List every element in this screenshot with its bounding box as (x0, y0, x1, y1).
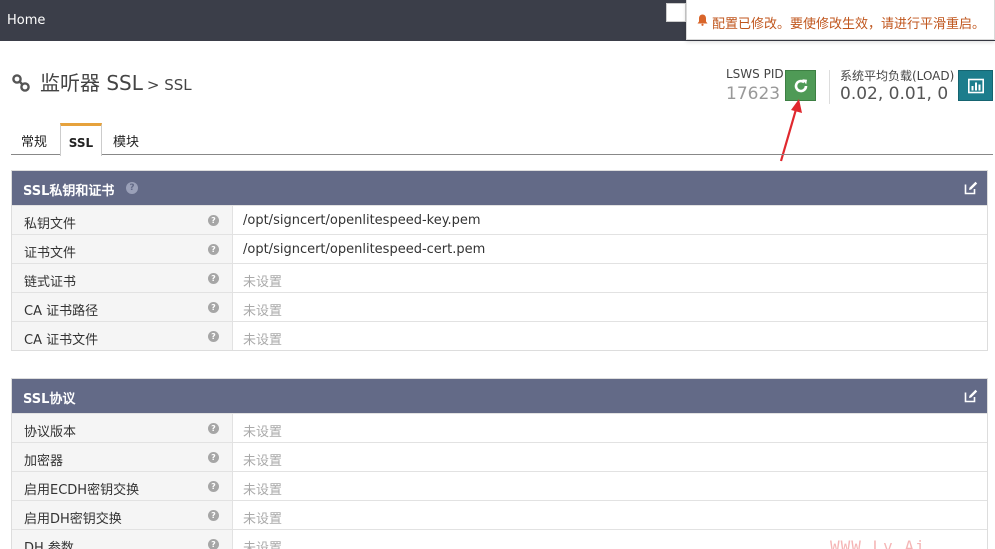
help-icon[interactable]: ? (208, 510, 219, 521)
tab-modules[interactable]: 模块 (113, 123, 139, 155)
bell-icon (697, 14, 708, 26)
load-label: 系统平均负载(LOAD) (840, 69, 955, 83)
bar-chart-icon (968, 78, 984, 94)
table-row: 私钥文件? /opt/signcert/openlitespeed-key.pe… (12, 205, 987, 234)
panel-title: SSL私钥和证书 (23, 184, 115, 199)
row-label: CA 证书路径 (24, 304, 99, 319)
row-label: CA 证书文件 (24, 333, 99, 348)
row-label: 协议版本 (24, 425, 77, 440)
home-link[interactable]: Home (7, 13, 45, 28)
row-value: /opt/signcert/openlitespeed-cert.pem (243, 242, 486, 257)
page-title: 监听器 SSL (40, 71, 143, 95)
row-value: 未设置 (243, 275, 283, 290)
tab-general[interactable]: 常规 (21, 123, 47, 155)
ssl-protocol-panel: SSL协议 协议版本? 未设置 加密器? 未设置 启用ECDH密钥交换? 未设置… (11, 378, 988, 549)
config-changed-notice: 配置已修改。要使修改生效，请进行平滑重启。 (686, 0, 995, 40)
row-label: 私钥文件 (24, 217, 77, 232)
breadcrumb: > SSL (146, 76, 192, 94)
page-heading: 监听器 SSL > SSL (11, 67, 192, 96)
row-value: 未设置 (243, 304, 283, 319)
row-value: /opt/signcert/openlitespeed-key.pem (243, 213, 481, 228)
row-label: 启用DH密钥交换 (24, 512, 122, 527)
row-label: 加密器 (24, 454, 64, 469)
navbar-toggle-box[interactable] (666, 3, 686, 22)
help-icon[interactable]: ? (126, 182, 138, 194)
help-icon[interactable]: ? (208, 244, 219, 255)
row-label: 链式证书 (24, 275, 77, 290)
row-value: 未设置 (243, 541, 283, 549)
edit-icon[interactable] (964, 389, 978, 403)
help-icon[interactable]: ? (208, 215, 219, 226)
realtime-stats-button[interactable] (958, 70, 993, 101)
help-icon[interactable]: ? (208, 539, 219, 549)
table-row: 协议版本? 未设置 (12, 413, 987, 442)
watermark: WWW.Lv.Ai (830, 537, 926, 549)
row-value: 未设置 (243, 333, 283, 348)
row-label: 证书文件 (24, 246, 77, 261)
help-icon[interactable]: ? (208, 452, 219, 463)
graceful-restart-button[interactable] (785, 70, 816, 101)
tab-ssl[interactable]: SSL (60, 123, 102, 156)
edit-icon[interactable] (964, 181, 978, 195)
panel-title: SSL协议 (23, 392, 76, 407)
row-label: DH 参数 (24, 541, 74, 549)
pid-value: 17623 (726, 84, 781, 104)
help-icon[interactable]: ? (208, 273, 219, 284)
table-row: 证书文件? /opt/signcert/openlitespeed-cert.p… (12, 234, 987, 263)
notice-message: 配置已修改。要使修改生效，请进行平滑重启。 (712, 17, 986, 32)
header-divider (829, 70, 830, 104)
row-value: 未设置 (243, 512, 283, 527)
help-icon[interactable]: ? (208, 302, 219, 313)
panel-header: SSL私钥和证书 ? (12, 171, 987, 205)
help-icon[interactable]: ? (208, 423, 219, 434)
row-label: 启用ECDH密钥交换 (24, 483, 140, 498)
table-row: 启用ECDH密钥交换? 未设置 (12, 471, 987, 500)
row-value: 未设置 (243, 454, 283, 469)
table-row: CA 证书路径? 未设置 (12, 292, 987, 321)
panel-header: SSL协议 (12, 379, 987, 413)
table-row: 加密器? 未设置 (12, 442, 987, 471)
help-icon[interactable]: ? (208, 331, 219, 342)
refresh-icon (794, 79, 808, 93)
ssl-key-cert-panel: SSL私钥和证书 ? 私钥文件? /opt/signcert/openlites… (11, 170, 988, 351)
table-row: CA 证书文件? 未设置 (12, 321, 987, 350)
help-icon[interactable]: ? (208, 481, 219, 492)
table-row: 链式证书? 未设置 (12, 263, 987, 292)
row-value: 未设置 (243, 483, 283, 498)
row-value: 未设置 (243, 425, 283, 440)
pid-label: LSWS PID (726, 67, 784, 81)
link-icon (12, 74, 30, 92)
load-value: 0.02, 0.01, 0 (840, 84, 949, 104)
tab-bar: 常规 SSL 模块 (11, 123, 993, 156)
table-row: 启用DH密钥交换? 未设置 (12, 500, 987, 529)
